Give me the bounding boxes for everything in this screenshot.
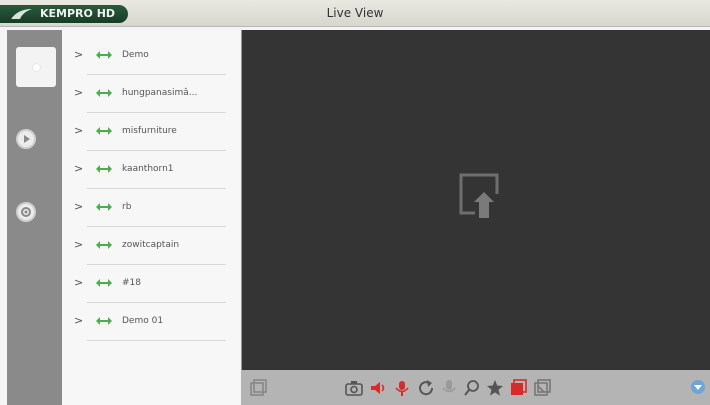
device-item[interactable]: > rb: [62, 189, 240, 227]
layout-icon[interactable]: [249, 379, 267, 397]
settings-gear-icon: [21, 207, 31, 217]
close-all-icon[interactable]: [533, 379, 551, 397]
expand-chevron-icon[interactable]: >: [74, 276, 83, 290]
live-view-icon: [33, 64, 40, 71]
microphone-icon[interactable]: [440, 379, 458, 397]
refresh-icon[interactable]: [417, 379, 435, 397]
talk-icon[interactable]: [393, 379, 411, 397]
device-item[interactable]: > #18: [62, 265, 240, 303]
snapshot-camera-icon[interactable]: [345, 379, 363, 397]
device-name: hungpanasimâ...: [122, 88, 198, 98]
device-name: Demo 01: [122, 316, 164, 326]
device-item[interactable]: > kaanthorn1: [62, 151, 240, 189]
connected-status-icon: [96, 165, 112, 173]
device-item[interactable]: > zowitcaptain: [62, 227, 240, 265]
title-bar: KEMPRO HD Live View: [0, 0, 710, 27]
device-list: > Demo > hungpanasimâ... > misfurniture …: [62, 30, 240, 405]
device-name: misfurniture: [122, 126, 177, 136]
device-item[interactable]: > hungpanasimâ...: [62, 75, 240, 113]
expand-chevron-icon[interactable]: >: [74, 48, 83, 62]
connected-status-icon: [96, 279, 112, 287]
add-stream-icon[interactable]: [455, 172, 503, 220]
device-name: #18: [122, 278, 141, 288]
device-item[interactable]: > misfurniture: [62, 113, 240, 151]
connected-status-icon: [96, 241, 112, 249]
device-name: rb: [122, 202, 132, 212]
sidebar-item-settings[interactable]: [16, 202, 36, 222]
device-item[interactable]: > Demo 01: [62, 303, 240, 341]
sidebar: [7, 30, 62, 405]
connected-status-icon: [96, 89, 112, 97]
connected-status-icon: [96, 127, 112, 135]
connected-status-icon: [96, 203, 112, 211]
connected-status-icon: [96, 51, 112, 59]
device-name: zowitcaptain: [122, 240, 180, 250]
zoom-icon[interactable]: [463, 379, 481, 397]
expand-chevron-icon[interactable]: >: [74, 86, 83, 100]
favorite-star-icon[interactable]: [486, 379, 504, 397]
divider: [87, 340, 226, 341]
expand-chevron-icon[interactable]: >: [74, 314, 83, 328]
scroll-down-icon[interactable]: [689, 378, 707, 396]
page-title: Live View: [326, 6, 384, 20]
device-name: Demo: [122, 50, 149, 60]
control-toolbar: [241, 370, 710, 405]
connected-status-icon: [96, 317, 112, 325]
play-icon: [24, 135, 30, 143]
record-icon[interactable]: [509, 379, 527, 397]
expand-chevron-icon[interactable]: >: [74, 238, 83, 252]
app-window: KEMPRO HD Live View > Demo > hungpanasim…: [0, 0, 710, 405]
device-name: kaanthorn1: [122, 164, 174, 174]
device-item[interactable]: > Demo: [62, 37, 240, 75]
expand-chevron-icon[interactable]: >: [74, 124, 83, 138]
expand-chevron-icon[interactable]: >: [74, 200, 83, 214]
sidebar-item-live-view[interactable]: [16, 47, 56, 87]
live-video-viewport[interactable]: [241, 30, 710, 370]
audio-speaker-icon[interactable]: [369, 379, 387, 397]
expand-chevron-icon[interactable]: >: [74, 162, 83, 176]
sidebar-item-playback[interactable]: [16, 129, 36, 149]
